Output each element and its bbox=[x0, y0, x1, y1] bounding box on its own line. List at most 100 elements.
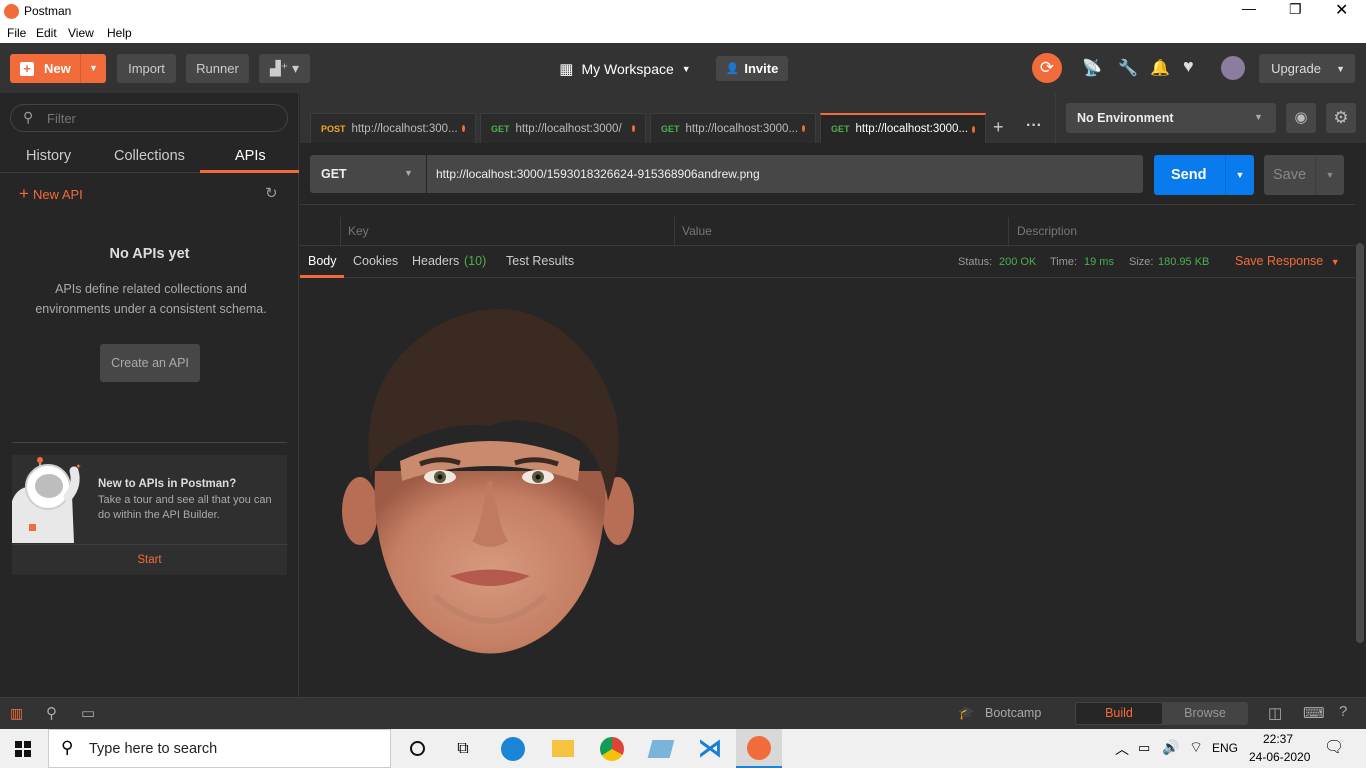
windows-start-icon[interactable] bbox=[0, 729, 46, 768]
filter-input[interactable] bbox=[47, 110, 267, 127]
size-value: 180.95 KB bbox=[1158, 256, 1210, 268]
size-label: Size: bbox=[1129, 256, 1154, 268]
notifications-icon[interactable]: 🗨 bbox=[1324, 737, 1344, 757]
astronaut-illustration: ✦ bbox=[12, 455, 92, 543]
new-api-link[interactable]: + New API bbox=[19, 184, 83, 204]
language-indicator[interactable]: ENG bbox=[1212, 741, 1238, 755]
new-tab-button[interactable]: + bbox=[993, 117, 1004, 138]
scrollbar[interactable] bbox=[1356, 243, 1364, 643]
menu-file[interactable]: File bbox=[7, 26, 26, 40]
heart-icon[interactable]: ♥ bbox=[1183, 56, 1194, 77]
invite-button[interactable]: 👤 Invite bbox=[716, 56, 788, 81]
tab-collections[interactable]: Collections bbox=[114, 148, 185, 164]
promo-card: ✦ New to APIs in Postman? Take a tour an… bbox=[12, 455, 287, 575]
battery-icon[interactable]: ▭ bbox=[1138, 740, 1150, 756]
import-button[interactable]: Import bbox=[117, 54, 176, 83]
tab-history[interactable]: History bbox=[26, 148, 71, 164]
environment-label: No Environment bbox=[1077, 111, 1174, 125]
tab-body[interactable]: Body bbox=[308, 254, 337, 268]
menu-help[interactable]: Help bbox=[107, 26, 132, 40]
tab-method: GET bbox=[831, 124, 850, 134]
request-tab-1[interactable]: POST http://localhost:300... bbox=[310, 113, 476, 143]
task-view-icon[interactable]: ⧉ bbox=[440, 729, 486, 768]
wifi-icon[interactable]: ⌔ bbox=[1189, 738, 1203, 757]
new-window-button[interactable]: ▟⁺ ▾ bbox=[259, 54, 310, 83]
close-button[interactable]: ✕ bbox=[1335, 0, 1348, 20]
tab-cookies[interactable]: Cookies bbox=[353, 254, 398, 268]
promo-divider bbox=[12, 544, 287, 545]
postman-taskbar-icon[interactable] bbox=[736, 729, 782, 768]
chevron-down-icon: ▼ bbox=[1254, 112, 1263, 122]
minimize-button[interactable]: — bbox=[1242, 0, 1256, 16]
menu-bar: File Edit View Help bbox=[0, 24, 1366, 43]
chrome-icon[interactable] bbox=[589, 729, 635, 768]
browse-button[interactable]: Browse bbox=[1162, 703, 1248, 724]
new-button[interactable]: + New ▼ bbox=[10, 54, 106, 83]
postman-logo-icon bbox=[4, 4, 19, 19]
wrench-icon[interactable]: 🔧 bbox=[1118, 58, 1138, 78]
two-pane-icon[interactable]: ◫ bbox=[1268, 704, 1282, 722]
request-tab-2[interactable]: GET http://localhost:3000/ bbox=[480, 113, 646, 143]
more-tabs-icon[interactable]: ··· bbox=[1026, 117, 1042, 135]
save-button[interactable]: Save ▼ bbox=[1264, 155, 1344, 195]
empty-state-description: APIs define related collections and envi… bbox=[35, 282, 267, 316]
refresh-icon[interactable]: ↻ bbox=[265, 184, 278, 202]
method-select[interactable]: GET ▼ bbox=[310, 155, 426, 193]
vscode-icon[interactable]: ⋊ bbox=[687, 729, 733, 768]
tab-apis[interactable]: APIs bbox=[235, 148, 266, 164]
keyboard-icon[interactable]: ⌨ bbox=[1303, 704, 1325, 722]
edge-icon[interactable] bbox=[490, 729, 536, 768]
unsaved-dot bbox=[461, 125, 465, 132]
bootcamp-link[interactable]: Bootcamp bbox=[985, 706, 1041, 720]
clock-date[interactable]: 24-06-2020 bbox=[1249, 750, 1310, 764]
environment-select[interactable]: No Environment ▼ bbox=[1066, 103, 1276, 133]
chevron-up-icon[interactable]: ︿ bbox=[1115, 739, 1129, 759]
build-button[interactable]: Build bbox=[1076, 703, 1162, 724]
value-header: Value bbox=[682, 224, 712, 238]
runner-button[interactable]: Runner bbox=[186, 54, 249, 83]
gear-icon[interactable]: ⚙ bbox=[1326, 103, 1356, 133]
filter-box[interactable]: ⚲ bbox=[10, 104, 288, 132]
upgrade-label: Upgrade bbox=[1271, 61, 1321, 76]
save-response-label: Save Response bbox=[1235, 254, 1324, 268]
maximize-button[interactable]: ❐ bbox=[1289, 1, 1302, 18]
avatar[interactable] bbox=[1221, 56, 1245, 80]
upgrade-button[interactable]: Upgrade ▼ bbox=[1259, 54, 1355, 83]
menu-view[interactable]: View bbox=[68, 26, 94, 40]
promo-title: New to APIs in Postman? bbox=[98, 478, 237, 490]
tab-url: http://localhost:300... bbox=[351, 122, 458, 135]
eye-icon[interactable]: ◉ bbox=[1286, 103, 1316, 133]
sync-icon[interactable]: ⟳ bbox=[1032, 53, 1062, 83]
response-tabs: Body Cookies Headers (10) Test Results S… bbox=[300, 246, 1355, 278]
sidebar-toggle-icon[interactable]: ▥ bbox=[10, 705, 23, 722]
clock-time[interactable]: 22:37 bbox=[1263, 732, 1293, 746]
cortana-icon[interactable] bbox=[394, 729, 440, 768]
create-api-button[interactable]: Create an API bbox=[100, 344, 200, 382]
file-explorer-icon[interactable] bbox=[540, 729, 586, 768]
taskbar-search[interactable]: ⚲ Type here to search bbox=[48, 729, 391, 768]
send-button[interactable]: Send ▼ bbox=[1154, 155, 1254, 195]
promo-start-link[interactable]: Start bbox=[12, 554, 287, 566]
build-browse-toggle: Build Browse bbox=[1075, 702, 1248, 725]
plus-icon: + bbox=[20, 61, 34, 76]
tab-headers[interactable]: Headers bbox=[412, 254, 459, 268]
active-tab-indicator bbox=[300, 275, 344, 278]
workspace-selector[interactable]: ▦ My Workspace ▼ bbox=[550, 54, 700, 83]
notepad-icon[interactable] bbox=[638, 729, 684, 768]
chevron-down-icon: ▼ bbox=[1225, 155, 1254, 195]
find-icon[interactable]: ⚲ bbox=[46, 704, 57, 722]
request-tab-4-active[interactable]: GET http://localhost:3000... bbox=[820, 113, 986, 143]
request-tab-3[interactable]: GET http://localhost:3000... bbox=[650, 113, 816, 143]
url-value: http://localhost:3000/1593018326624-9153… bbox=[436, 167, 760, 181]
satellite-icon[interactable]: 📡 bbox=[1082, 58, 1102, 78]
invite-label: Invite bbox=[744, 61, 779, 76]
url-input[interactable]: http://localhost:3000/1593018326624-9153… bbox=[427, 155, 1143, 193]
bell-icon[interactable]: 🔔 bbox=[1150, 58, 1170, 78]
status-label: Status: bbox=[958, 256, 993, 268]
help-icon[interactable]: ? bbox=[1339, 703, 1347, 720]
tab-test-results[interactable]: Test Results bbox=[506, 254, 574, 268]
console-icon[interactable]: ▭ bbox=[81, 704, 95, 722]
menu-edit[interactable]: Edit bbox=[36, 26, 57, 40]
save-response-button[interactable]: Save Response ▼ bbox=[1235, 254, 1340, 268]
speaker-icon[interactable]: 🔊 bbox=[1162, 739, 1179, 756]
